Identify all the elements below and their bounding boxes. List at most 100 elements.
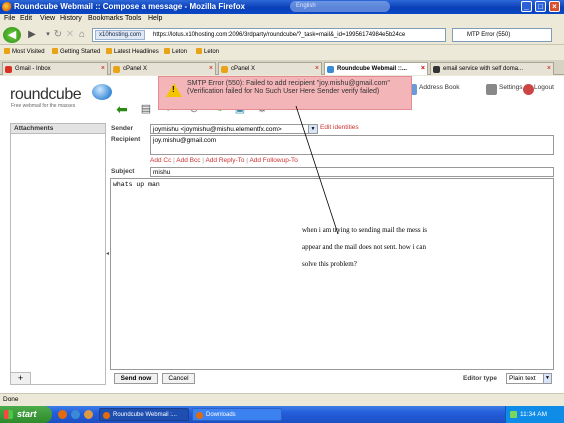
bookmark-latest-headlines[interactable]: Latest Headlines <box>106 48 159 55</box>
brand-tagline: Free webmail for the masses <box>11 103 76 109</box>
taskbar-item-label: Roundcube Webmail :... <box>113 412 177 418</box>
forward-arrow-icon[interactable]: ▶ <box>24 28 40 42</box>
menu-history[interactable]: History <box>60 15 82 22</box>
add-followup-to-link[interactable]: Add Followup-To <box>249 157 297 164</box>
tab-label: cPanel X <box>231 66 256 72</box>
add-reply-to-link[interactable]: Add Reply-To <box>205 157 244 164</box>
header-links: Add Cc | Add Bcc | Add Reply-To | Add Fo… <box>150 157 298 164</box>
editor-type-label: Editor type <box>463 375 497 382</box>
quicklaunch-firefox-icon[interactable] <box>58 410 67 419</box>
close-tab-icon[interactable]: × <box>101 63 105 75</box>
add-bcc-link[interactable]: Add Bcc <box>176 157 200 164</box>
question-annotation: when i am trying to sending mail the mes… <box>302 222 482 273</box>
chevron-down-icon: ▼ <box>543 374 551 383</box>
rss-icon <box>106 48 112 54</box>
warning-icon: ! <box>166 83 182 97</box>
logout-link[interactable]: Logout <box>534 84 554 91</box>
bookmark-icon <box>52 48 58 54</box>
close-tab-icon[interactable]: × <box>421 63 425 75</box>
search-input[interactable]: MTP Error (550) <box>452 28 552 42</box>
subject-input[interactable]: mishu <box>150 167 554 177</box>
message-body-textarea[interactable]: whats up man <box>110 178 554 370</box>
add-attachment-button[interactable]: + <box>11 372 31 384</box>
bookmark-label: Latest Headlines <box>114 49 159 55</box>
logout-icon <box>523 84 534 95</box>
menu-view[interactable]: View <box>40 15 55 22</box>
editor-type-select[interactable]: Plain text ▼ <box>506 373 552 384</box>
bookmark-label: Leton <box>172 49 188 55</box>
add-cc-link[interactable]: Add Cc <box>150 157 171 164</box>
menu-bookmarks[interactable]: Bookmarks <box>88 15 123 22</box>
status-bar: Done <box>0 393 564 406</box>
bookmark-icon <box>4 48 10 54</box>
quicklaunch-ie-icon[interactable] <box>71 410 80 419</box>
tab-email-service[interactable]: email service with self doma... × <box>430 62 554 75</box>
cancel-button[interactable]: Cancel <box>162 373 195 384</box>
network-icon[interactable] <box>510 411 517 418</box>
bookmark-icon <box>196 48 202 54</box>
error-text: SMTP Error (550): Failed to add recipien… <box>187 80 390 95</box>
send-now-button[interactable]: Send now <box>114 373 158 384</box>
address-book-link[interactable]: Address Book <box>419 84 459 91</box>
system-tray: 11:34 AM <box>505 406 564 423</box>
start-button[interactable]: start <box>0 406 52 423</box>
window-titlebar[interactable]: Roundcube Webmail :: Compose a message -… <box>0 0 564 14</box>
bookmark-leton-1[interactable]: Leton <box>164 48 187 55</box>
save-draft-icon[interactable]: ▤ <box>138 101 154 117</box>
home-icon[interactable]: ⌂ <box>74 28 90 42</box>
close-tab-icon[interactable]: × <box>315 63 319 75</box>
firefox-icon <box>103 412 110 419</box>
maximize-button[interactable]: □ <box>535 1 546 12</box>
minimize-button[interactable]: _ <box>521 1 532 12</box>
url-bar[interactable]: x10hosting.com https://lotus.x10hosting.… <box>92 28 446 42</box>
settings-link[interactable]: Settings <box>499 84 523 91</box>
annotation-line: appear and the mail does not sent. how i… <box>302 243 427 251</box>
back-to-list-icon[interactable]: ⬅ <box>114 101 130 117</box>
taskbar-item-downloads[interactable]: Downloads <box>192 408 282 421</box>
close-window-button[interactable]: × <box>549 1 560 12</box>
close-tab-icon[interactable]: × <box>547 63 551 75</box>
bookmark-most-visited[interactable]: Most Visited <box>4 48 45 55</box>
windows-taskbar: start Roundcube Webmail :... Downloads 1… <box>0 406 564 423</box>
menu-file[interactable]: File <box>4 15 15 22</box>
tab-bar: Gmail - Inbox × cPanel X × cPanel X × Round… <box>0 60 564 75</box>
menu-help[interactable]: Help <box>148 15 162 22</box>
tab-cpanel-1[interactable]: cPanel X × <box>110 62 216 75</box>
tab-label: Roundcube Webmail ::... <box>337 66 407 72</box>
roundcube-logo: roundcube Free webmail for the masses <box>10 82 112 109</box>
back-arrow-icon[interactable]: ◀ <box>3 27 21 43</box>
clock[interactable]: 11:34 AM <box>520 411 547 418</box>
close-tab-icon[interactable]: × <box>209 63 213 75</box>
bookmarks-toolbar: Most Visited Getting Started Latest Head… <box>0 46 564 58</box>
cpanel-icon <box>221 66 228 73</box>
bookmark-label: Leton <box>204 49 220 55</box>
taskbar-item-roundcube[interactable]: Roundcube Webmail :... <box>99 408 189 421</box>
cpanel-icon <box>113 66 120 73</box>
bookmark-icon <box>164 48 170 54</box>
tab-cpanel-2[interactable]: cPanel X × <box>218 62 322 75</box>
cube-logo-icon <box>92 84 112 100</box>
bookmark-leton-2[interactable]: Leton <box>196 48 219 55</box>
annotation-line: solve this problem? <box>302 260 357 268</box>
site-identity-badge[interactable]: x10hosting.com <box>95 30 146 40</box>
tab-gmail-inbox[interactable]: Gmail - Inbox × <box>2 62 108 75</box>
menu-tools[interactable]: Tools <box>125 15 141 22</box>
sender-value: joymishu <joymishu@mishu.elementfx.com> <box>153 126 282 133</box>
attachments-panel: Attachments + <box>10 123 106 385</box>
tab-label: email service with self doma... <box>443 66 524 72</box>
bookmark-label: Most Visited <box>12 49 45 55</box>
gmail-icon <box>5 66 12 73</box>
tab-roundcube[interactable]: Roundcube Webmail ::... × <box>324 62 428 75</box>
sender-label: Sender <box>111 125 134 132</box>
quicklaunch-app-icon[interactable] <box>84 410 93 419</box>
panel-splitter-handle[interactable]: ◂ <box>106 250 109 258</box>
tab-label: cPanel X <box>123 66 148 72</box>
edit-identities-link[interactable]: Edit identities <box>320 124 359 131</box>
recipient-input[interactable]: joy.mishu@gmail.com <box>150 135 554 155</box>
bookmark-getting-started[interactable]: Getting Started <box>52 48 100 55</box>
menu-edit[interactable]: Edit <box>20 15 32 22</box>
bookmark-label: Getting Started <box>60 49 101 55</box>
sender-select[interactable]: joymishu <joymishu@mishu.elementfx.com> … <box>150 124 318 134</box>
firefox-icon <box>196 412 203 419</box>
site-icon <box>433 66 440 73</box>
